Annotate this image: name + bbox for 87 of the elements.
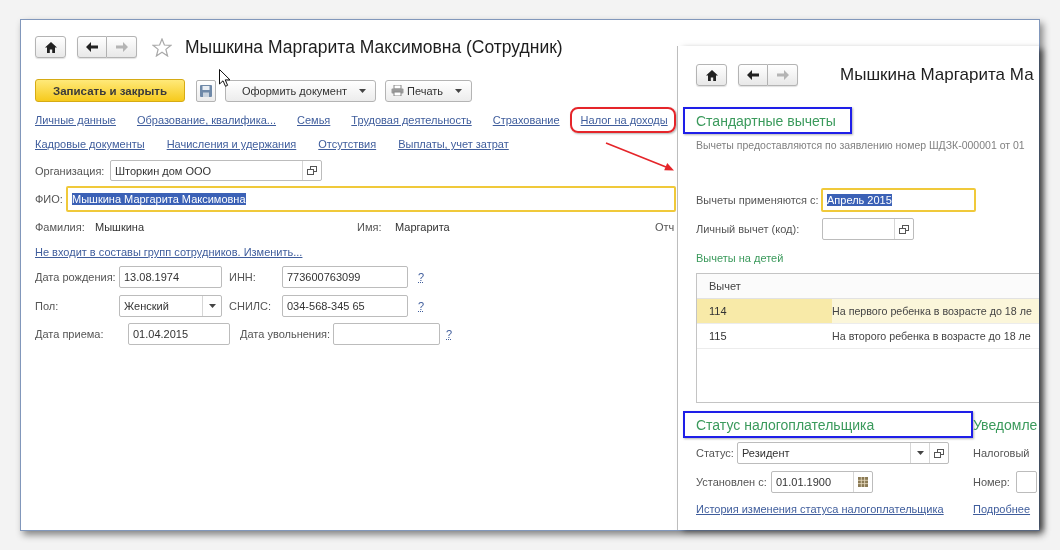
field-label: Дата увольнения: <box>240 328 332 340</box>
field-value: Маргарита <box>395 221 450 233</box>
table-cell-text: 115 <box>708 329 728 344</box>
input-field[interactable] <box>822 218 914 240</box>
section-link[interactable]: Выплаты, учет затрат <box>398 138 509 150</box>
open-window-icon <box>899 224 909 234</box>
help-link[interactable]: ? <box>418 300 425 312</box>
section-link[interactable]: Личные данные <box>35 114 116 126</box>
field-label: Имя: <box>357 221 383 233</box>
home-button[interactable] <box>696 64 727 86</box>
field-label: Номер: <box>973 476 1011 488</box>
caret-icon <box>916 451 924 455</box>
input-field[interactable]: Апрель 2015 <box>821 188 976 212</box>
section-link[interactable]: Отсутствия <box>318 138 377 150</box>
section-link[interactable]: Семья <box>297 114 331 126</box>
home-icon <box>705 69 718 81</box>
info-text: Вычеты предоставляются по заявлению номер ШДЗК-000001 от 01 <box>696 139 1025 151</box>
arrow-left-icon <box>747 70 759 80</box>
menu-button[interactable]: Оформить документ <box>225 79 376 102</box>
input-field[interactable]: Резидент <box>737 442 949 464</box>
table-cell-text: На второго ребенка в возрасте до 18 ле <box>832 329 1031 344</box>
field-label: Фамилия: <box>35 221 86 233</box>
section-link[interactable]: Налог на доходы <box>580 114 668 126</box>
input-field[interactable]: 13.08.1974 <box>119 266 222 288</box>
column-header: Вычет <box>708 280 742 292</box>
calendar-icon <box>858 477 868 487</box>
field-label: Организация: <box>35 164 106 177</box>
input-field[interactable] <box>1016 471 1037 493</box>
section-link[interactable]: Начисления и удержания <box>166 138 297 150</box>
field-label: СНИЛС: <box>229 300 272 312</box>
table-cell-text: На первого ребенка в возрасте до 18 ле <box>832 304 1032 319</box>
field-label: Налоговый <box>973 447 1030 459</box>
section-link[interactable]: Трудовая деятельность <box>351 114 472 126</box>
section-link[interactable]: Страхование <box>492 114 560 126</box>
input-field[interactable]: Шторкин дом ООО <box>110 160 322 181</box>
table-row[interactable]: 114 На первого ребенка в возрасте до 18 ле <box>697 299 1039 324</box>
groups-link[interactable]: Не входит в составы групп сотрудников. Изменить... <box>35 246 303 258</box>
field-label: Личный вычет (код): <box>696 223 801 235</box>
caret-icon <box>455 88 462 93</box>
help-link[interactable]: ? <box>446 328 453 340</box>
open-window-icon <box>934 448 944 458</box>
field-label: Установлен с: <box>696 476 768 488</box>
star-icon[interactable] <box>152 37 172 57</box>
field-label: Вычеты применяются с: <box>696 194 820 206</box>
section-link[interactable]: Кадровые документы <box>35 138 145 150</box>
input-field[interactable]: 01.01.1900 <box>771 471 873 493</box>
back-button[interactable] <box>77 36 107 58</box>
menu-button[interactable]: Печать <box>385 79 472 102</box>
arrow-right-icon <box>115 42 128 52</box>
printer-icon <box>391 85 404 96</box>
save-button[interactable] <box>196 79 216 102</box>
table-row[interactable]: 115 На второго ребенка в возрасте до 18 ле <box>697 324 1039 349</box>
open-window-icon <box>307 166 317 175</box>
caret-icon <box>208 304 216 308</box>
section-link[interactable]: Образование, квалифика... <box>136 114 276 126</box>
details-link[interactable]: Подробнее <box>973 503 1031 515</box>
input-field[interactable]: 034-568-345 65 <box>282 295 408 317</box>
field-label: Отч <box>655 221 675 233</box>
history-link[interactable]: История изменения статуса налогоплательщика <box>696 503 944 515</box>
field-label: Пол: <box>35 300 60 312</box>
subsection-title: Вычеты на детей <box>696 252 784 264</box>
input-field[interactable] <box>333 323 440 345</box>
home-icon <box>44 41 57 53</box>
section-heading: Статус налогоплательщика <box>696 416 875 433</box>
help-link[interactable]: ? <box>418 271 425 283</box>
caret-icon <box>359 88 366 93</box>
back-button[interactable] <box>738 64 768 86</box>
field-label: Статус: <box>696 447 735 459</box>
input-field[interactable]: Женский <box>119 295 222 317</box>
section-heading: Стандартные вычеты <box>696 112 836 129</box>
window-title: Мышкина Маргарита Максимовна (Сотрудник) <box>185 36 563 58</box>
input-field[interactable]: 773600763099 <box>282 266 408 288</box>
table-cell: 114 <box>697 299 832 323</box>
arrow-right-icon <box>776 70 789 80</box>
field-value: Мышкина <box>95 221 145 233</box>
window-title: Мышкина Маргарита Ма <box>840 65 1034 85</box>
mouse-cursor-icon <box>219 69 231 87</box>
field-label: ИНН: <box>229 271 257 283</box>
home-button[interactable] <box>35 36 66 58</box>
field-label: Дата приема: <box>35 328 105 340</box>
input-field[interactable]: Мышкина Маргарита Максимовна <box>66 186 676 212</box>
input-field[interactable]: 01.04.2015 <box>128 323 230 345</box>
field-label: ФИО: <box>35 193 64 205</box>
arrow-left-icon <box>86 42 98 52</box>
section-heading: Уведомле <box>973 416 1039 433</box>
field-label: Дата рождения: <box>35 271 117 283</box>
save-and-close-button[interactable]: Записать и закрыть <box>35 79 185 102</box>
